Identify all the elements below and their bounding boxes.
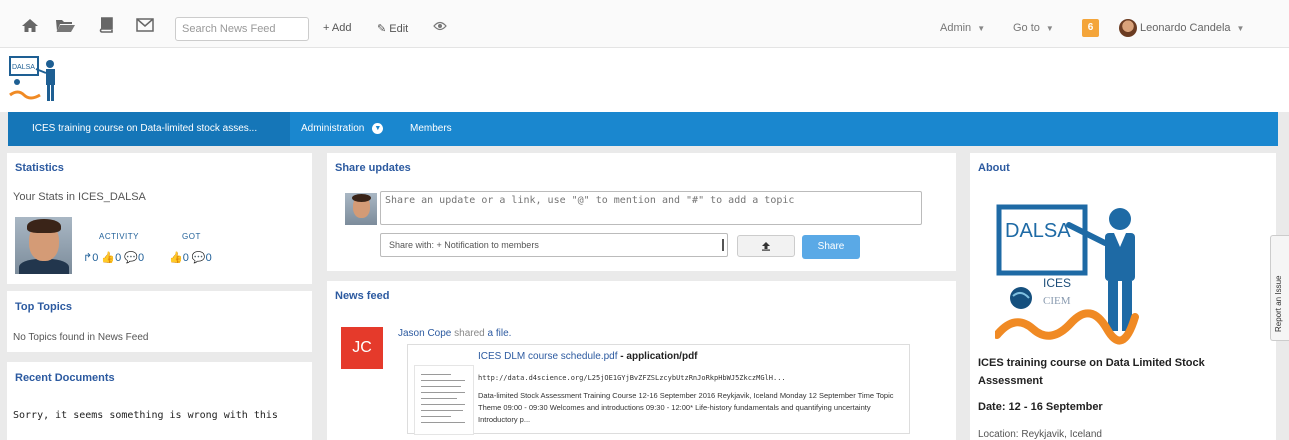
chevron-down-icon: ▼ bbox=[372, 122, 384, 134]
avatar bbox=[15, 217, 72, 274]
upload-icon bbox=[762, 242, 770, 251]
share-title: Share updates bbox=[335, 162, 411, 174]
envelope-icon[interactable] bbox=[135, 17, 155, 33]
edit-icon: ✎ bbox=[377, 23, 387, 35]
about-logo-ciem: CIEM bbox=[1043, 295, 1071, 307]
course-nav: ICES training course on Data-limited sto… bbox=[8, 112, 1278, 146]
report-issue-label: Report an Issue bbox=[1274, 275, 1283, 332]
edit-button[interactable]: ✎ Edit bbox=[377, 22, 408, 35]
statistics-title: Statistics bbox=[15, 162, 64, 174]
share-with-value: Share with: + Notification to members bbox=[389, 240, 539, 250]
share-updates-panel: Share updates Share with: + Notification… bbox=[327, 153, 956, 271]
got-counts[interactable]: 👍0 💬0 bbox=[169, 251, 212, 264]
attachment-file-link[interactable]: ICES DLM course schedule.pdf bbox=[478, 351, 618, 362]
report-issue-tab[interactable]: Report an Issue bbox=[1270, 235, 1289, 341]
news-feed-title: News feed bbox=[335, 290, 390, 302]
about-title: About bbox=[978, 162, 1010, 174]
got-label: GOT bbox=[182, 232, 201, 241]
post-author-link[interactable]: Jason Cope bbox=[398, 328, 451, 339]
upload-button[interactable] bbox=[737, 235, 795, 257]
folder-icon[interactable] bbox=[55, 17, 75, 33]
chevron-down-icon: ▼ bbox=[1236, 24, 1245, 33]
edit-label: Edit bbox=[389, 23, 409, 35]
nav-item-members[interactable]: Members bbox=[410, 112, 452, 146]
home-icon[interactable] bbox=[20, 17, 40, 33]
attachment-file-type: - application/pdf bbox=[617, 351, 698, 362]
file-attachment[interactable]: ICES DLM course schedule.pdf - applicati… bbox=[407, 344, 910, 435]
admin-label: Admin bbox=[940, 22, 972, 34]
user-avatar[interactable] bbox=[1119, 19, 1137, 37]
select-handle-icon bbox=[722, 239, 724, 251]
avatar[interactable]: JC bbox=[341, 327, 383, 369]
notification-badge[interactable]: 6 bbox=[1082, 19, 1099, 37]
avatar bbox=[345, 193, 377, 225]
stats-subtitle: Your Stats in ICES_DALSA bbox=[13, 191, 146, 203]
statistics-panel: Statistics Your Stats in ICES_DALSA ACTI… bbox=[7, 153, 312, 284]
recent-documents-panel: Recent Documents Sorry, it seems somethi… bbox=[7, 362, 312, 440]
svg-text:DALSA: DALSA bbox=[12, 64, 35, 71]
search-input[interactable] bbox=[175, 17, 309, 41]
dalsa-logo-icon: DALSA ICES CIEM bbox=[995, 204, 1139, 345]
post-verb: shared bbox=[454, 328, 485, 339]
top-toolbar: + Add ✎ Edit Admin ▼ Go to ▼ 6 Leonardo Ca… bbox=[0, 0, 1289, 48]
goto-label: Go to bbox=[1013, 22, 1040, 34]
user-menu[interactable]: Leonardo Candela ▼ bbox=[1140, 22, 1244, 34]
activity-label: ACTIVITY bbox=[99, 232, 140, 241]
site-header bbox=[0, 48, 1289, 112]
nav-item-administration[interactable]: Administration ▼ bbox=[301, 112, 384, 146]
activity-counts[interactable]: ↱0 👍0 💬0 bbox=[83, 251, 144, 264]
goto-menu[interactable]: Go to ▼ bbox=[1013, 22, 1054, 34]
recent-documents-title: Recent Documents bbox=[15, 372, 115, 384]
about-date: Date: 12 - 16 September bbox=[978, 401, 1103, 413]
nav-item-course[interactable]: ICES training course on Data-limited sto… bbox=[8, 112, 290, 146]
post-object: a file. bbox=[487, 328, 512, 339]
top-topics-title: Top Topics bbox=[15, 301, 73, 313]
share-update-input[interactable] bbox=[380, 191, 922, 225]
chevron-down-icon: ▼ bbox=[977, 24, 986, 33]
about-course-title: ICES training course on Data Limited Sto… bbox=[978, 357, 1205, 387]
post-header: Jason Cope shared a file. bbox=[398, 328, 511, 339]
attachment-description: Data-limited Stock Assessment Training C… bbox=[478, 391, 894, 424]
dalsa-logo-icon[interactable]: DALSA bbox=[8, 55, 62, 107]
top-topics-empty: No Topics found in News Feed bbox=[13, 332, 149, 343]
book-icon[interactable] bbox=[96, 17, 116, 33]
share-button[interactable]: Share bbox=[802, 235, 860, 259]
top-topics-panel: Top Topics No Topics found in News Feed bbox=[7, 291, 312, 352]
news-feed-panel: News feed JC Jason Cope shared a file. I… bbox=[327, 281, 956, 440]
attachment-url[interactable]: http://data.d4science.org/L25jOE1GYjBvZF… bbox=[478, 374, 786, 382]
about-logo-text: DALSA bbox=[1005, 220, 1071, 242]
about-logo-ices: ICES bbox=[1043, 276, 1071, 290]
nav-administration-label: Administration bbox=[301, 123, 365, 134]
chevron-down-icon: ▼ bbox=[1045, 24, 1054, 33]
attachment-title: ICES DLM course schedule.pdf - applicati… bbox=[478, 351, 698, 362]
recent-documents-error: Sorry, it seems something is wrong with … bbox=[13, 410, 278, 421]
admin-menu[interactable]: Admin ▼ bbox=[940, 22, 985, 34]
user-name: Leonardo Candela bbox=[1140, 22, 1231, 34]
eye-icon[interactable] bbox=[430, 18, 450, 34]
document-thumbnail[interactable] bbox=[414, 365, 474, 435]
share-with-select[interactable]: Share with: + Notification to members bbox=[380, 233, 728, 257]
about-panel: About DALSA ICES CIEM ICES training cour… bbox=[970, 153, 1276, 440]
add-button[interactable]: + Add bbox=[323, 22, 351, 34]
about-location: Location: Reykjavik, Iceland bbox=[978, 429, 1102, 440]
